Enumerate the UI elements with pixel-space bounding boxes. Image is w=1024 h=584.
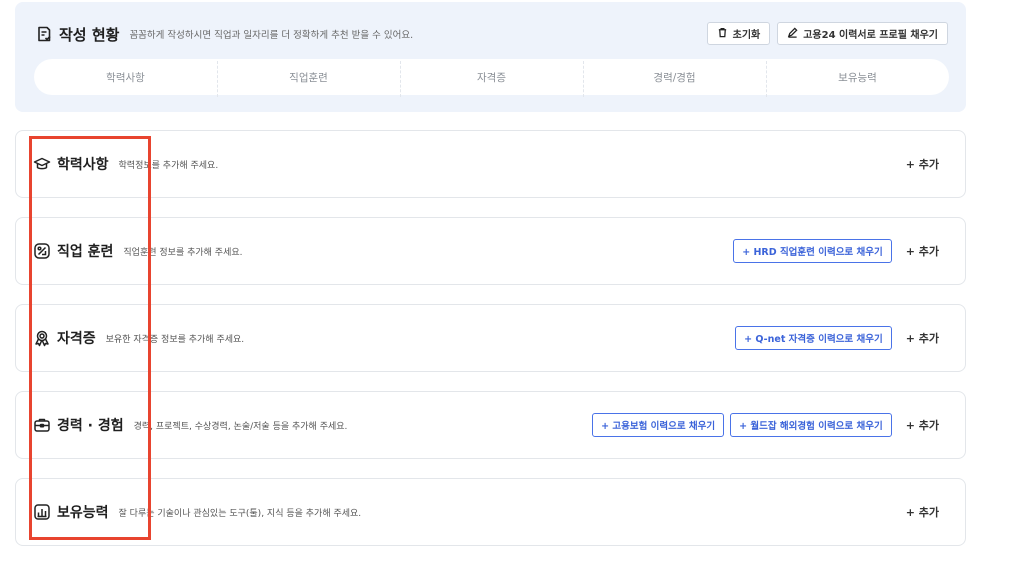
- section-title: 직업 훈련: [57, 244, 114, 260]
- pencil-icon: [787, 26, 798, 41]
- section-description: 직업훈련 정보를 추가해 주세요.: [123, 247, 243, 258]
- section-description: 보유한 자격증 정보를 추가해 주세요.: [105, 334, 245, 345]
- reset-button[interactable]: 초기화: [706, 22, 771, 45]
- fill-profile-from-resume-button[interactable]: 고용24 이력서로 프로필 채우기: [777, 22, 948, 45]
- add-certificate-button[interactable]: + 추가: [906, 330, 939, 346]
- add-training-button[interactable]: + 추가: [906, 243, 939, 259]
- fill-from-employment-insurance-button[interactable]: + 고용보험 이력으로 채우기: [592, 413, 725, 437]
- fill-from-worldjob-button[interactable]: + 월드잡 해외경험 이력으로 채우기: [730, 413, 892, 437]
- section-title: 보유능력: [57, 505, 109, 521]
- summary-actions: 초기화 고용24 이력서로 프로필 채우기: [706, 22, 948, 45]
- completion-status-description: 꼼꼼하게 작성하시면 직업과 일자리를 더 정확하게 추천 받을 수 있어요.: [129, 30, 414, 41]
- tab-career[interactable]: 경력/경험: [583, 60, 766, 97]
- tab-education[interactable]: 학력사항: [34, 70, 217, 85]
- section-title: 경력 · 경험: [57, 418, 124, 434]
- trash-icon: [717, 27, 728, 41]
- section-title: 학력사항: [57, 157, 109, 173]
- section-description: 학력정보를 추가해 주세요.: [118, 160, 219, 171]
- skills-section: 보유능력 잘 다루는 기술이나 관심있는 도구(툴), 지식 등을 추가해 주세…: [15, 478, 966, 546]
- graduation-cap-icon: [33, 155, 51, 173]
- fill-from-hrd-button[interactable]: + HRD 직업훈련 이력으로 채우기: [733, 239, 892, 263]
- section-description: 경력, 프로젝트, 수상경력, 논술/저술 등을 추가해 주세요.: [133, 421, 348, 432]
- training-section: 직업 훈련 직업훈련 정보를 추가해 주세요. + HRD 직업훈련 이력으로 …: [15, 217, 966, 285]
- briefcase-icon: [33, 416, 51, 434]
- tab-skills[interactable]: 보유능력: [766, 60, 949, 97]
- reset-label: 초기화: [732, 30, 761, 41]
- completion-status-title: 작성 현황: [59, 25, 120, 44]
- education-section: 학력사항 학력정보를 추가해 주세요. + 추가: [15, 130, 966, 198]
- fill-profile-label: 고용24 이력서로 프로필 채우기: [803, 30, 938, 41]
- certificate-badge-icon: [33, 329, 51, 347]
- completion-status-panel: 작성 현황 꼼꼼하게 작성하시면 직업과 일자리를 더 정확하게 추천 받을 수…: [15, 2, 966, 112]
- add-skill-button[interactable]: + 추가: [906, 504, 939, 520]
- section-tabs: 학력사항 직업훈련 자격증 경력/경험 보유능력: [34, 59, 949, 97]
- training-icon: [33, 242, 51, 260]
- section-title: 자격증: [57, 331, 96, 347]
- career-section: 경력 · 경험 경력, 프로젝트, 수상경력, 논술/저술 등을 추가해 주세요…: [15, 391, 966, 459]
- add-education-button[interactable]: + 추가: [906, 156, 939, 172]
- skills-chart-icon: [33, 503, 51, 521]
- add-career-button[interactable]: + 추가: [906, 417, 939, 433]
- tab-certificates[interactable]: 자격증: [400, 60, 583, 97]
- tab-training[interactable]: 직업훈련: [217, 60, 400, 97]
- section-description: 잘 다루는 기술이나 관심있는 도구(툴), 지식 등을 추가해 주세요.: [118, 508, 362, 519]
- certificates-section: 자격증 보유한 자격증 정보를 추가해 주세요. + Q-net 자격증 이력으…: [15, 304, 966, 372]
- completion-status-header: 작성 현황 꼼꼼하게 작성하시면 직업과 일자리를 더 정확하게 추천 받을 수…: [35, 22, 413, 46]
- document-check-icon: [35, 25, 53, 43]
- fill-from-qnet-button[interactable]: + Q-net 자격증 이력으로 채우기: [735, 326, 892, 350]
